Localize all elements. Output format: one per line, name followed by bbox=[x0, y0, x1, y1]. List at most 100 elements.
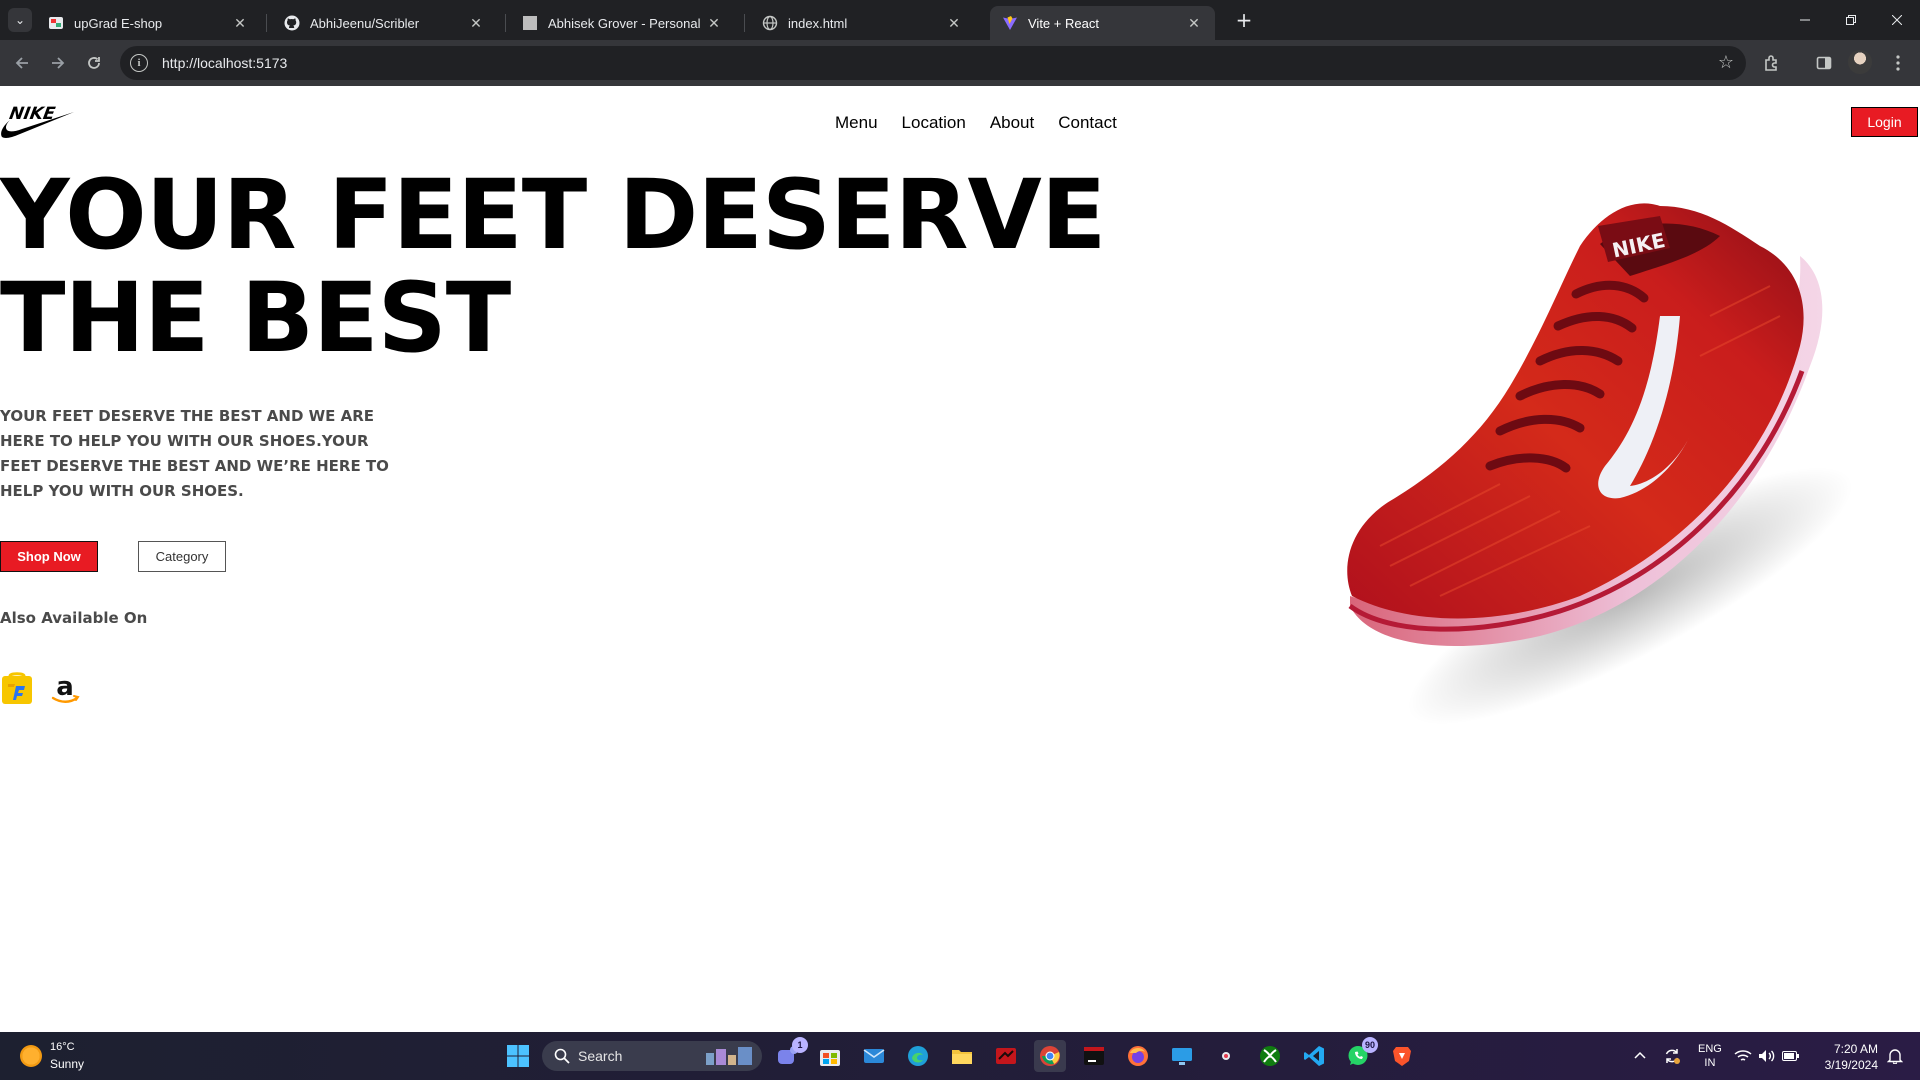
mail-app[interactable] bbox=[858, 1040, 890, 1072]
firefox-icon bbox=[1128, 1046, 1148, 1066]
extensions-button[interactable] bbox=[1758, 49, 1786, 77]
search-highlight-icon bbox=[706, 1047, 752, 1065]
weather-sun-icon[interactable] bbox=[20, 1045, 42, 1067]
tab-separator bbox=[744, 14, 745, 32]
close-icon[interactable]: ✕ bbox=[1185, 15, 1203, 32]
reload-button[interactable] bbox=[80, 49, 108, 77]
search-icon bbox=[554, 1048, 570, 1064]
hero-title: YOUR FEET DESERVE THE BEST bbox=[0, 159, 1106, 374]
vite-icon bbox=[1002, 15, 1018, 31]
close-icon[interactable]: ✕ bbox=[467, 15, 485, 32]
shop-now-button[interactable]: Shop Now bbox=[0, 541, 98, 572]
forward-button[interactable] bbox=[44, 49, 72, 77]
clock-time: 7:20 AM bbox=[1833, 1042, 1878, 1056]
weather-condition[interactable]: Sunny bbox=[50, 1057, 84, 1071]
tab-title: Vite + React bbox=[1028, 15, 1099, 31]
wifi-icon bbox=[1734, 1050, 1752, 1061]
brave-app[interactable] bbox=[1386, 1040, 1418, 1072]
profile-avatar[interactable] bbox=[1848, 50, 1872, 74]
brave-icon bbox=[1393, 1047, 1411, 1066]
tab-title: AbhiJeenu/Scribler bbox=[310, 15, 420, 31]
arrow-right-icon bbox=[52, 57, 65, 69]
tab-index-html[interactable]: index.html ✕ bbox=[750, 6, 975, 40]
android-studio-app[interactable] bbox=[1078, 1040, 1110, 1072]
new-tab-button[interactable]: + bbox=[1232, 8, 1256, 32]
tab-github[interactable]: AbhiJeenu/Scribler ✕ bbox=[272, 6, 497, 40]
nike-logo[interactable]: NIKE bbox=[0, 100, 76, 140]
store-app[interactable] bbox=[814, 1040, 846, 1072]
windows-icon bbox=[507, 1045, 529, 1067]
battery-icon bbox=[1782, 1051, 1799, 1061]
close-icon[interactable]: ✕ bbox=[945, 15, 963, 32]
minimize-button[interactable] bbox=[1782, 0, 1828, 40]
nav-about[interactable]: About bbox=[990, 113, 1034, 133]
site-info-icon[interactable]: i bbox=[130, 54, 148, 72]
language-code: ENG bbox=[1698, 1043, 1722, 1055]
close-window-button[interactable] bbox=[1874, 0, 1920, 40]
reload-icon bbox=[88, 57, 100, 69]
taskbar-search[interactable]: Search bbox=[542, 1041, 762, 1071]
upgrad-favicon-icon bbox=[48, 15, 64, 31]
red-running-shoe-image: NIKE bbox=[1347, 203, 1853, 725]
dot-app[interactable] bbox=[1210, 1040, 1242, 1072]
nav-contact[interactable]: Contact bbox=[1058, 113, 1117, 133]
close-icon[interactable]: ✕ bbox=[231, 15, 249, 32]
tab-upgrad[interactable]: upGrad E-shop ✕ bbox=[36, 6, 261, 40]
vscode-app[interactable] bbox=[1298, 1040, 1330, 1072]
bookmark-star-icon[interactable]: ☆ bbox=[1718, 52, 1734, 73]
chrome-menu-button[interactable] bbox=[1884, 49, 1912, 77]
tab-title: index.html bbox=[788, 15, 848, 31]
system-clock[interactable]: 7:20 AM 3/19/2024 bbox=[1820, 1041, 1878, 1073]
tab-search-button[interactable]: ⌄ bbox=[8, 8, 32, 32]
terminal-app-icon bbox=[1084, 1047, 1104, 1065]
side-panel-button[interactable] bbox=[1810, 49, 1838, 77]
url-text[interactable]: http://localhost:5173 bbox=[162, 55, 287, 71]
back-button[interactable] bbox=[8, 49, 36, 77]
login-button[interactable]: Login bbox=[1851, 107, 1918, 137]
record-icon bbox=[1222, 1052, 1230, 1060]
tab-separator bbox=[266, 14, 267, 32]
weather-temperature[interactable]: 16°C bbox=[50, 1041, 75, 1053]
page-favicon-icon bbox=[522, 15, 538, 31]
arrow-left-icon bbox=[15, 57, 28, 69]
xbox-app[interactable] bbox=[1254, 1040, 1286, 1072]
address-bar[interactable]: i http://localhost:5173 ☆ bbox=[120, 46, 1746, 80]
start-button[interactable] bbox=[502, 1040, 534, 1072]
amazon-icon[interactable]: a bbox=[48, 672, 82, 706]
red-app[interactable] bbox=[990, 1040, 1022, 1072]
tab-title: Abhisek Grover - Personal Portf bbox=[548, 15, 705, 31]
category-button[interactable]: Category bbox=[138, 541, 226, 572]
show-hidden-icons-button[interactable] bbox=[1624, 1040, 1656, 1072]
remote-desktop-app[interactable] bbox=[1166, 1040, 1198, 1072]
quick-settings-button[interactable] bbox=[1732, 1040, 1802, 1072]
teams-app[interactable]: 1 bbox=[772, 1037, 808, 1072]
flipkart-icon[interactable] bbox=[0, 672, 34, 706]
edge-app[interactable] bbox=[902, 1040, 934, 1072]
svg-text:a: a bbox=[56, 672, 74, 702]
minimize-icon bbox=[1800, 19, 1810, 21]
nav-location[interactable]: Location bbox=[902, 113, 966, 133]
whatsapp-app[interactable]: 90 bbox=[1342, 1037, 1378, 1072]
close-icon[interactable]: ✕ bbox=[705, 15, 723, 32]
chevron-up-icon bbox=[1634, 1051, 1646, 1059]
firefox-app[interactable] bbox=[1122, 1040, 1154, 1072]
close-icon bbox=[1892, 15, 1902, 25]
tab-portfolio[interactable]: Abhisek Grover - Personal Portf ✕ bbox=[510, 6, 735, 40]
clock-date: 3/19/2024 bbox=[1824, 1058, 1878, 1072]
web-page: NIKE Menu Location About Contact Login Y… bbox=[0, 86, 1920, 1032]
side-panel-icon bbox=[1816, 56, 1832, 70]
globe-icon bbox=[762, 15, 778, 31]
sync-tray-button[interactable] bbox=[1656, 1040, 1688, 1072]
restore-button[interactable] bbox=[1828, 0, 1874, 40]
restore-icon bbox=[1846, 15, 1856, 25]
language-indicator[interactable]: ENG IN bbox=[1698, 1042, 1722, 1070]
chrome-app[interactable] bbox=[1034, 1040, 1066, 1072]
region-code: IN bbox=[1704, 1057, 1716, 1069]
puzzle-icon bbox=[1765, 55, 1777, 71]
tab-vite-react[interactable]: Vite + React ✕ bbox=[990, 6, 1215, 40]
whatsapp-badge: 90 bbox=[1361, 1037, 1378, 1053]
nav-menu[interactable]: Menu bbox=[835, 113, 878, 133]
file-explorer-app[interactable] bbox=[946, 1040, 978, 1072]
mail-icon bbox=[863, 1049, 885, 1063]
notifications-button[interactable] bbox=[1880, 1040, 1910, 1072]
